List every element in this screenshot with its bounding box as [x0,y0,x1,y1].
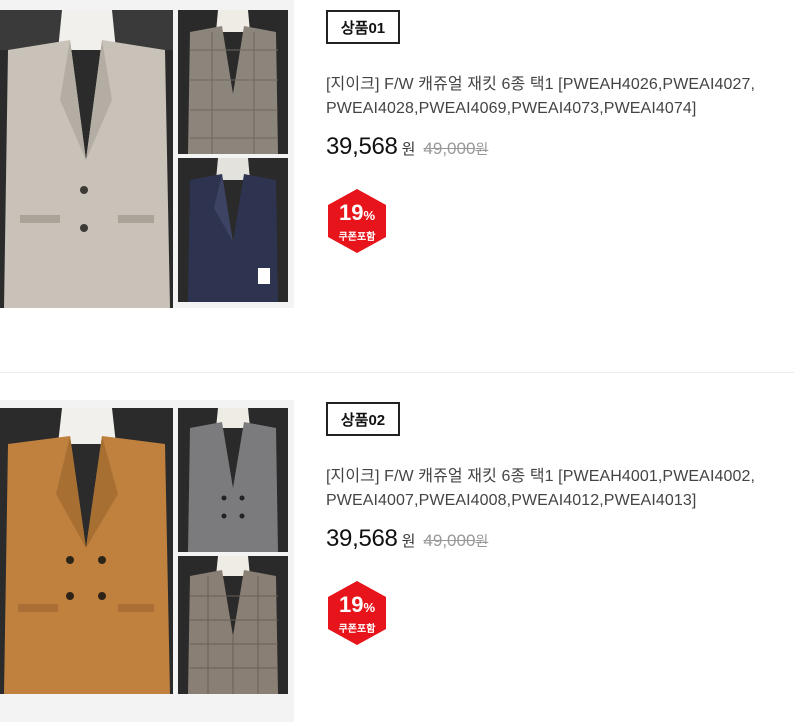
discount-percent: 19% [338,592,376,617]
product-thumbnail-2[interactable] [178,158,288,302]
original-price: 49,000원 [423,139,488,159]
product-card-02[interactable]: 상품02 [지이크] F/W 캐쥬얼 재킷 6종 택1 [PWEAH4001,P… [0,372,794,722]
price-row: 39,568 원 49,000원 [326,525,488,553]
sale-price-unit: 원 [401,141,416,158]
product-thumbnail-2[interactable] [178,556,288,694]
original-price-unit: 원 [475,141,489,157]
product-number-badge: 상품02 [326,402,400,436]
discount-badge: 19% 쿠폰포함 [326,188,388,254]
sale-price-unit: 원 [401,533,416,550]
product-thumbnail-1[interactable] [178,408,288,552]
original-price-value: 49,000 [423,139,476,158]
sale-price: 39,568 [326,133,398,160]
discount-percent: 19% [338,200,376,225]
sale-price: 39,568 [326,525,398,552]
product-card-01[interactable]: 상품01 [지이크] F/W 캐쥬얼 재킷 6종 택1 [PWEAH4026,P… [0,0,794,373]
product-number-badge: 상품01 [326,10,400,44]
original-price-unit: 원 [475,533,489,549]
coupon-included-label: 쿠폰포함 [338,232,376,243]
coupon-included-label: 쿠폰포함 [338,624,376,635]
product-main-image[interactable] [0,10,173,308]
price-row: 39,568 원 49,000원 [326,133,488,161]
original-price-value: 49,000 [423,531,476,550]
discount-badge: 19% 쿠폰포함 [326,580,388,646]
product-title[interactable]: [지이크] F/W 캐쥬얼 재킷 6종 택1 [PWEAH4001,PWEAI4… [326,465,758,513]
product-title[interactable]: [지이크] F/W 캐쥬얼 재킷 6종 택1 [PWEAH4026,PWEAI4… [326,73,758,121]
original-price: 49,000원 [423,531,488,551]
product-main-image[interactable] [0,408,173,694]
product-thumbnail-1[interactable] [178,10,288,154]
